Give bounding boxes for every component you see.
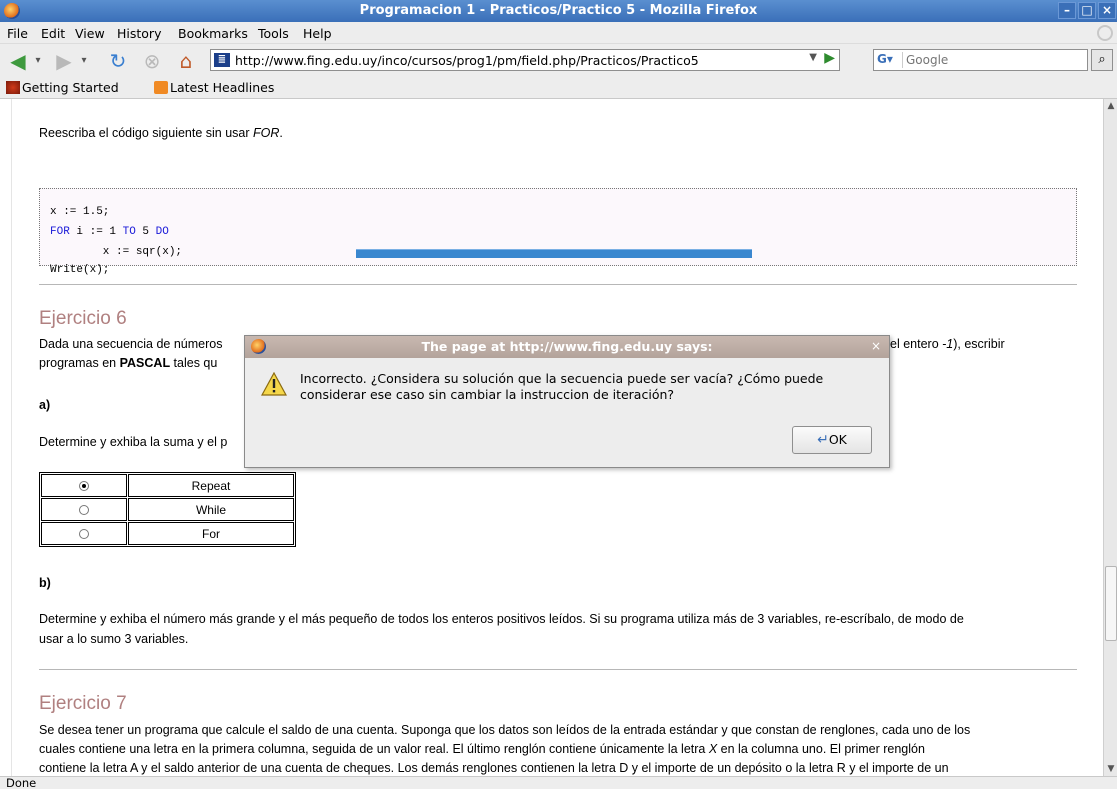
back-dropdown-icon[interactable]: ▾: [32, 50, 44, 72]
menu-help[interactable]: Help: [303, 26, 332, 41]
maximize-button[interactable]: □: [1078, 2, 1096, 19]
menu-bar: File Edit View History Bookmarks Tools H…: [0, 22, 1117, 44]
option-label-for: For: [128, 522, 294, 545]
search-bar[interactable]: G▾: [873, 49, 1088, 71]
rss-feed-icon: [154, 81, 168, 94]
menu-view[interactable]: View: [75, 26, 105, 41]
window-title: Programacion 1 - Practicos/Practico 5 - …: [359, 3, 758, 18]
code-line: x := 1.5;: [50, 206, 110, 218]
option-label-while: While: [128, 498, 294, 521]
alert-dialog: The page at http://www.fing.edu.uy says:…: [244, 335, 890, 468]
radio-while[interactable]: [79, 505, 89, 516]
bookmark-firefox-icon: [6, 81, 20, 94]
status-bar: Done: [0, 776, 1117, 789]
window-titlebar: Programacion 1 - Practicos/Practico 5 - …: [0, 0, 1117, 22]
exercise-7-text-line2: cuales contiene una letra en la primera …: [39, 742, 925, 756]
reload-icon[interactable]: ↻: [106, 50, 130, 72]
search-engine-icon[interactable]: G▾: [877, 52, 903, 68]
stop-icon[interactable]: ⊗: [140, 50, 164, 72]
intro-text: Reescriba el código siguiente sin usar F…: [39, 126, 283, 140]
dialog-titlebar: The page at http://www.fing.edu.uy says:…: [245, 336, 889, 358]
exercise-6-text-right: el entero -1), escribir: [890, 337, 1005, 351]
url-text[interactable]: http://www.fing.edu.uy/inco/cursos/prog1…: [235, 53, 699, 68]
menu-bookmarks[interactable]: Bookmarks: [178, 26, 248, 41]
table-row: While: [41, 498, 294, 521]
search-button-icon[interactable]: ⌕: [1091, 49, 1113, 71]
radio-repeat[interactable]: [79, 481, 89, 492]
warning-icon: [261, 372, 287, 396]
radio-for[interactable]: [79, 529, 89, 540]
home-icon[interactable]: ⌂: [174, 50, 198, 72]
table-row: For: [41, 522, 294, 545]
scroll-down-icon[interactable]: ▼: [1105, 762, 1117, 776]
part-b-text-line2: usar a lo sumo 3 variables.: [39, 632, 189, 646]
exercise-7-text: Se desea tener un programa que calcule e…: [39, 723, 971, 737]
scrollbar-thumb[interactable]: [1105, 566, 1117, 641]
status-text: Done: [6, 776, 37, 789]
loop-options-table: Repeat While For: [39, 472, 296, 547]
part-b-text: Determine y exhiba el número más grande …: [39, 612, 964, 626]
navigation-toolbar: ◀ ▾ ▶ ▾ ↻ ⊗ ⌂ ≣ http://www.fing.edu.uy/i…: [0, 44, 1117, 76]
throbber-icon: [1097, 25, 1113, 41]
exercise-6-text: Dada una secuencia de números: [39, 337, 223, 351]
exercise-7-heading: Ejercicio 7: [39, 693, 127, 714]
url-bar[interactable]: ≣ http://www.fing.edu.uy/inco/cursos/pro…: [210, 49, 840, 71]
divider: [39, 669, 1077, 670]
code-line: FOR i := 1 TO 5 DO: [50, 226, 169, 238]
part-b-label: b): [39, 576, 51, 590]
vertical-scrollbar[interactable]: ▲ ▼: [1103, 99, 1117, 776]
part-a-text: Determine y exhiba la suma y el p: [39, 435, 228, 449]
ok-arrow-icon: ↵: [817, 432, 829, 448]
search-input[interactable]: [906, 52, 1076, 68]
code-line: Write(x);: [50, 264, 110, 276]
scroll-up-icon[interactable]: ▲: [1105, 99, 1117, 113]
menu-tools[interactable]: Tools: [258, 26, 289, 41]
forward-icon[interactable]: ▶: [52, 50, 76, 72]
exercise-6-text-line2: programas en PASCAL tales qu: [39, 356, 218, 370]
bookmark-latest-headlines[interactable]: Latest Headlines: [154, 80, 274, 95]
bookmark-getting-started[interactable]: Getting Started: [6, 80, 119, 95]
part-a-label: a): [39, 398, 51, 412]
close-window-button[interactable]: ×: [1098, 2, 1116, 19]
dialog-close-button[interactable]: ×: [867, 338, 885, 355]
exercise-6-heading: Ejercicio 6: [39, 308, 127, 329]
back-icon[interactable]: ◀: [6, 50, 30, 72]
forward-dropdown-icon[interactable]: ▾: [78, 50, 90, 72]
menu-file[interactable]: File: [7, 26, 28, 41]
dialog-title: The page at http://www.fing.edu.uy says:: [421, 339, 713, 354]
table-row: Repeat: [41, 474, 294, 497]
bookmarks-toolbar: Getting Started Latest Headlines: [0, 76, 1117, 99]
exercise-7-text-line3: contiene la letra A y el saldo anterior …: [39, 761, 949, 775]
divider: [39, 284, 1077, 285]
go-icon[interactable]: ▶: [824, 50, 835, 66]
minimize-button[interactable]: –: [1058, 2, 1076, 19]
code-line: x := sqr(x);: [50, 246, 183, 258]
ok-button[interactable]: ↵OK: [792, 426, 872, 454]
menu-edit[interactable]: Edit: [41, 26, 65, 41]
popup-artifact-bar: [356, 249, 752, 258]
site-favicon-icon: ≣: [214, 53, 230, 67]
dialog-message: Incorrecto. ¿Considera su solución que l…: [300, 371, 824, 402]
menu-history[interactable]: History: [117, 26, 161, 41]
url-history-dropdown-icon[interactable]: ▼: [809, 52, 817, 63]
option-label-repeat: Repeat: [128, 474, 294, 497]
